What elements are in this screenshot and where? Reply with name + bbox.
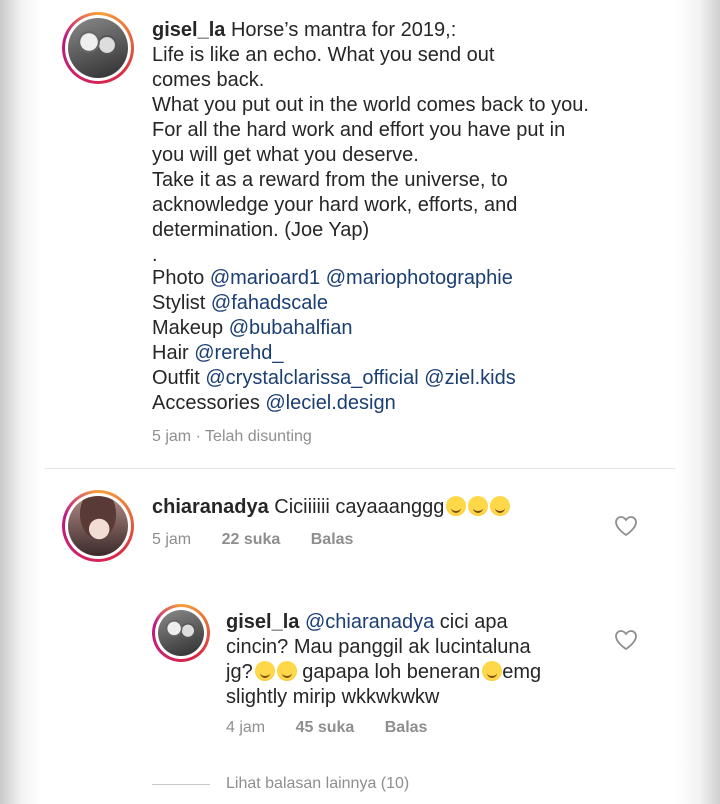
credit-accessories: Accessories @leciel.design [152, 392, 396, 414]
mention-link[interactable]: @chiaranadya [305, 611, 434, 633]
comments-panel: gisel_la Horse’s mantra for 2019,: Life … [0, 0, 720, 804]
caption-line: What you put out in the world comes back… [152, 94, 589, 116]
credit-outfit: Outfit @crystalclarissa_official @ziel.k… [152, 367, 516, 389]
post-author-avatar[interactable] [62, 12, 134, 84]
caption-line: comes back. [152, 69, 265, 91]
mention-link[interactable]: @bubahalfian [229, 317, 353, 339]
mention-link[interactable]: @leciel.design [265, 392, 395, 414]
caption-line: Life is like an echo. What you send out [152, 44, 495, 66]
reply-line: jg? gapapa loh beneran emg [226, 661, 542, 683]
caption-line: . [152, 244, 158, 266]
reply-likes[interactable]: 45 suka [296, 719, 355, 736]
mention-link[interactable]: @ziel.kids [424, 367, 515, 389]
tongue-emoji-icon [276, 661, 297, 681]
comment-meta: 5 jam 22 suka Balas [152, 531, 379, 549]
reply-line: cincin? Mau panggil ak lucintaluna [226, 636, 531, 658]
tongue-emoji-icon [254, 661, 275, 681]
caption-line: acknowledge your hard work, efforts, and [152, 194, 518, 216]
caption-line: For all the hard work and effort you hav… [152, 119, 566, 141]
caption-line: Take it as a reward from the universe, t… [152, 169, 508, 191]
reply-author-avatar[interactable] [152, 604, 210, 662]
reply-like-heart-icon[interactable] [614, 629, 638, 651]
comment-time: 5 jam [152, 531, 192, 548]
caption-body: Life is like an echo. What you send out … [152, 43, 589, 268]
grimace-emoji-icon [482, 661, 503, 681]
credit-hair: Hair @rerehd_ [152, 342, 284, 364]
hugging-face-emoji-icon [446, 496, 467, 516]
reply-meta: 4 jam 45 suka Balas [226, 719, 453, 737]
reply-text: gisel_la @chiaranadya cici apa cincin? M… [226, 610, 541, 710]
credit-stylist: Stylist @fahadscale [152, 292, 328, 314]
commenter-username[interactable]: chiaranadya [152, 496, 269, 518]
comment-reply-button[interactable]: Balas [311, 531, 354, 548]
hugging-face-emoji-icon [468, 496, 489, 516]
commenter-avatar[interactable] [62, 490, 134, 562]
comment-text: chiaranadya Ciciiiiii cayaaanggg [152, 495, 511, 520]
comment-body: Ciciiiiii cayaaanggg [274, 496, 445, 518]
post-author-username[interactable]: gisel_la [152, 19, 225, 41]
reply-reply-button[interactable]: Balas [385, 719, 428, 736]
reply-line: slightly mirip wkkwkwkw [226, 686, 440, 708]
credit-makeup: Makeup @bubahalfian [152, 317, 353, 339]
view-more-replies-button[interactable]: Lihat balasan lainnya (10) [226, 775, 409, 793]
comment-likes[interactable]: 22 suka [222, 531, 281, 548]
post-meta: 5 jam · Telah disunting [152, 428, 312, 445]
caption-line: you will get what you deserve. [152, 144, 419, 166]
view-more-line [152, 784, 210, 785]
mention-link[interactable]: @fahadscale [211, 292, 328, 314]
caption-first-line: gisel_la Horse’s mantra for 2019,: [152, 18, 456, 43]
caption-credits: Photo @marioard1 @mariophotographie Styl… [152, 266, 516, 416]
mention-link[interactable]: @marioard1 [210, 267, 320, 289]
reply-time: 4 jam [226, 719, 266, 736]
mention-link[interactable]: @crystalclarissa_official [205, 367, 418, 389]
mention-link[interactable]: @rerehd_ [194, 342, 283, 364]
mention-link[interactable]: @mariophotographie [326, 267, 513, 289]
hugging-face-emoji-icon [490, 496, 511, 516]
caption-title: Horse’s mantra for 2019,: [230, 19, 457, 41]
reply-line: gisel_la @chiaranadya cici apa [226, 611, 508, 633]
caption-line: determination. (Joe Yap) [152, 219, 370, 241]
comment-like-heart-icon[interactable] [614, 515, 638, 537]
credit-photo: Photo @marioard1 @mariophotographie [152, 267, 513, 289]
divider [44, 468, 676, 469]
reply-author-username[interactable]: gisel_la [226, 611, 299, 633]
